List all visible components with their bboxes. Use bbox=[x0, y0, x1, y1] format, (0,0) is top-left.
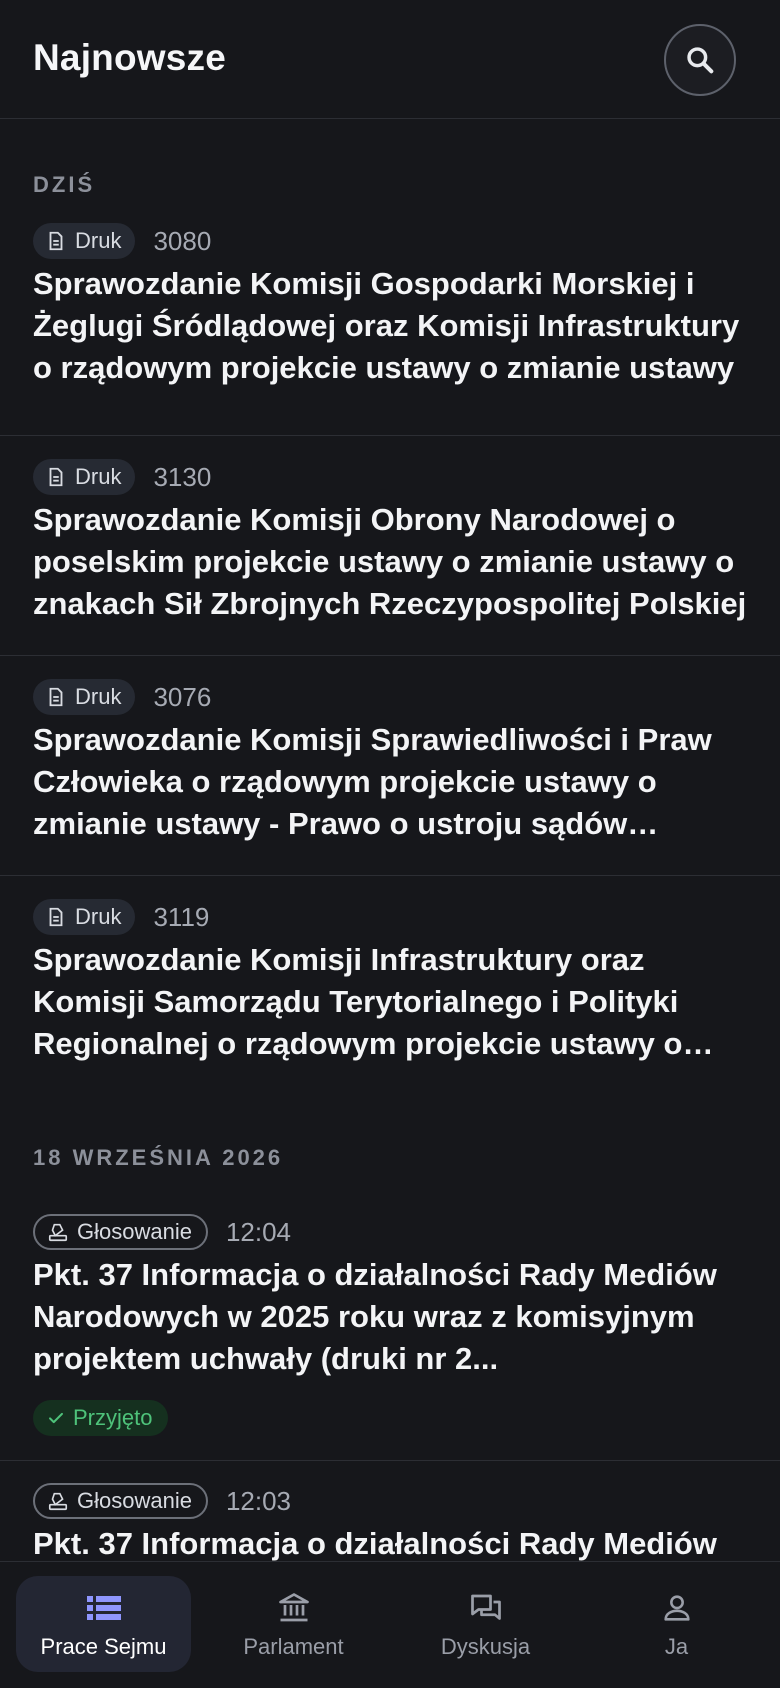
type-chip: Druk bbox=[33, 459, 136, 495]
top-bar: Najnowsze bbox=[0, 0, 780, 119]
search-button[interactable] bbox=[664, 24, 736, 96]
type-chip-label: Głosowanie bbox=[77, 1219, 192, 1244]
bank-icon bbox=[276, 1588, 312, 1628]
nav-item-prace-sejmu[interactable]: Prace Sejmu bbox=[16, 1576, 191, 1672]
type-chip-label: Druk bbox=[75, 904, 122, 929]
section-header-today: DZIŚ bbox=[33, 172, 96, 197]
item-title: Sprawozdanie Komisji Obrony Narodowej o … bbox=[33, 502, 747, 621]
section-header-date: 18 WRZEŚNIA 2026 bbox=[33, 1145, 284, 1170]
document-icon bbox=[45, 906, 67, 928]
status-label: Przyjęto bbox=[73, 1405, 153, 1430]
document-icon bbox=[45, 230, 67, 252]
list-item[interactable]: Druk 3076 Sprawozdanie Komisji Sprawiedl… bbox=[0, 656, 780, 876]
nav-item-ja[interactable]: Ja bbox=[589, 1576, 764, 1672]
nav-item-parlament[interactable]: Parlament bbox=[206, 1576, 381, 1672]
vote-time: 12:03 bbox=[225, 1485, 292, 1516]
list-item[interactable]: Głosowanie 12:03 Pkt. 37 Informacja o dz… bbox=[0, 1461, 780, 1561]
nav-label: Parlament bbox=[243, 1634, 344, 1659]
list-item[interactable]: Głosowanie 12:04 Pkt. 37 Informacja o dz… bbox=[0, 1192, 780, 1461]
type-chip-label: Druk bbox=[75, 684, 122, 709]
type-chip-label: Głosowanie bbox=[77, 1488, 192, 1513]
print-number: 3080 bbox=[153, 225, 212, 256]
item-title: Pkt. 37 Informacja o działalności Rady M… bbox=[33, 1526, 717, 1561]
type-chip-label: Druk bbox=[75, 228, 122, 253]
bottom-navigation: Prace Sejmu Parlament Dyskusja Ja bbox=[0, 1561, 780, 1688]
app-root: Najnowsze DZIŚ Druk 3080 Sprawozdanie Ko… bbox=[0, 0, 780, 1688]
type-chip: Druk bbox=[33, 899, 136, 935]
list-item[interactable]: Druk 3130 Sprawozdanie Komisji Obrony Na… bbox=[0, 436, 780, 656]
check-icon bbox=[47, 1409, 65, 1427]
status-badge: Przyjęto bbox=[33, 1400, 169, 1436]
print-number: 3119 bbox=[153, 901, 210, 932]
document-icon bbox=[45, 686, 67, 708]
print-number: 3130 bbox=[153, 461, 212, 492]
item-title: Sprawozdanie Komisji Gospodarki Morskiej… bbox=[33, 266, 740, 385]
document-icon bbox=[45, 466, 67, 488]
print-number: 3076 bbox=[153, 681, 212, 712]
item-title: Pkt. 37 Informacja o działalności Rady M… bbox=[33, 1257, 717, 1376]
type-chip: Druk bbox=[33, 223, 136, 259]
feed-list: DZIŚ Druk 3080 Sprawozdanie Komisji Gosp… bbox=[0, 120, 780, 1561]
nav-label: Ja bbox=[664, 1634, 689, 1659]
list-item[interactable]: Druk 3119 Sprawozdanie Komisji Infrastru… bbox=[0, 876, 780, 1096]
type-chip: Głosowanie bbox=[33, 1214, 208, 1250]
type-chip: Głosowanie bbox=[33, 1483, 208, 1519]
forum-icon bbox=[468, 1588, 504, 1628]
item-title: Sprawozdanie Komisji Infrastruktury oraz… bbox=[33, 942, 683, 1061]
vote-time: 12:04 bbox=[225, 1216, 292, 1247]
list-icon bbox=[86, 1588, 121, 1628]
type-chip-label: Druk bbox=[75, 464, 122, 489]
nav-item-dyskusja[interactable]: Dyskusja bbox=[398, 1576, 573, 1672]
ballot-icon bbox=[47, 1490, 69, 1512]
page-title: Najnowsze bbox=[33, 37, 227, 78]
ballot-icon bbox=[47, 1221, 69, 1243]
search-icon bbox=[684, 44, 716, 76]
person-icon bbox=[660, 1588, 694, 1628]
item-title: Sprawozdanie Komisji Sprawiedliwości i P… bbox=[33, 722, 712, 841]
type-chip: Druk bbox=[33, 679, 136, 715]
nav-label: Prace Sejmu bbox=[40, 1634, 167, 1659]
list-item[interactable]: Druk 3080 Sprawozdanie Komisji Gospodark… bbox=[0, 220, 780, 436]
nav-label: Dyskusja bbox=[440, 1634, 531, 1659]
